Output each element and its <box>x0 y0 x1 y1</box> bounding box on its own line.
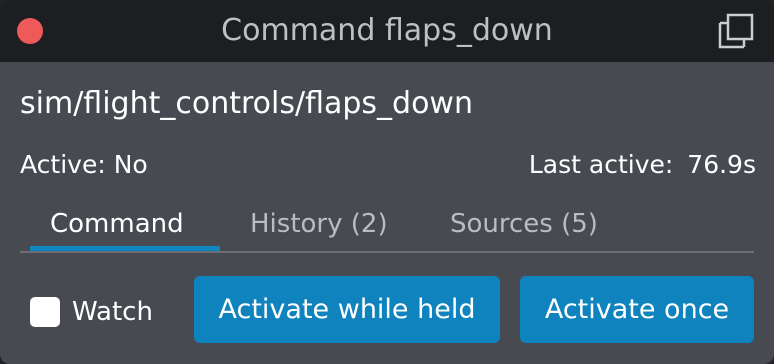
tab-sources[interactable]: Sources (5) <box>450 202 598 246</box>
last-active-value: 76.9s <box>687 150 756 179</box>
tab-divider <box>20 251 754 253</box>
command-window: Command flaps_down sim/flight_controls/f… <box>0 0 774 364</box>
command-path: sim/flight_controls/flaps_down <box>20 86 473 121</box>
tab-history[interactable]: History (2) <box>250 202 388 246</box>
last-active-status: Last active: 76.9s <box>529 148 756 182</box>
activate-once-button[interactable]: Activate once <box>520 276 754 343</box>
tab-command[interactable]: Command <box>50 202 184 246</box>
activate-while-held-button[interactable]: Activate while held <box>194 276 500 343</box>
active-status: Active: No <box>20 150 148 179</box>
watch-toggle[interactable]: Watch <box>30 292 153 332</box>
window-title: Command flaps_down <box>221 13 553 48</box>
watch-label: Watch <box>72 297 153 327</box>
title-bar[interactable]: Command flaps_down <box>0 0 774 62</box>
tab-bar: Command History (2) Sources (5) <box>20 200 754 256</box>
last-active-label: Last active: <box>528 150 674 179</box>
watch-checkbox[interactable] <box>30 297 60 327</box>
popout-icon[interactable] <box>716 12 756 50</box>
